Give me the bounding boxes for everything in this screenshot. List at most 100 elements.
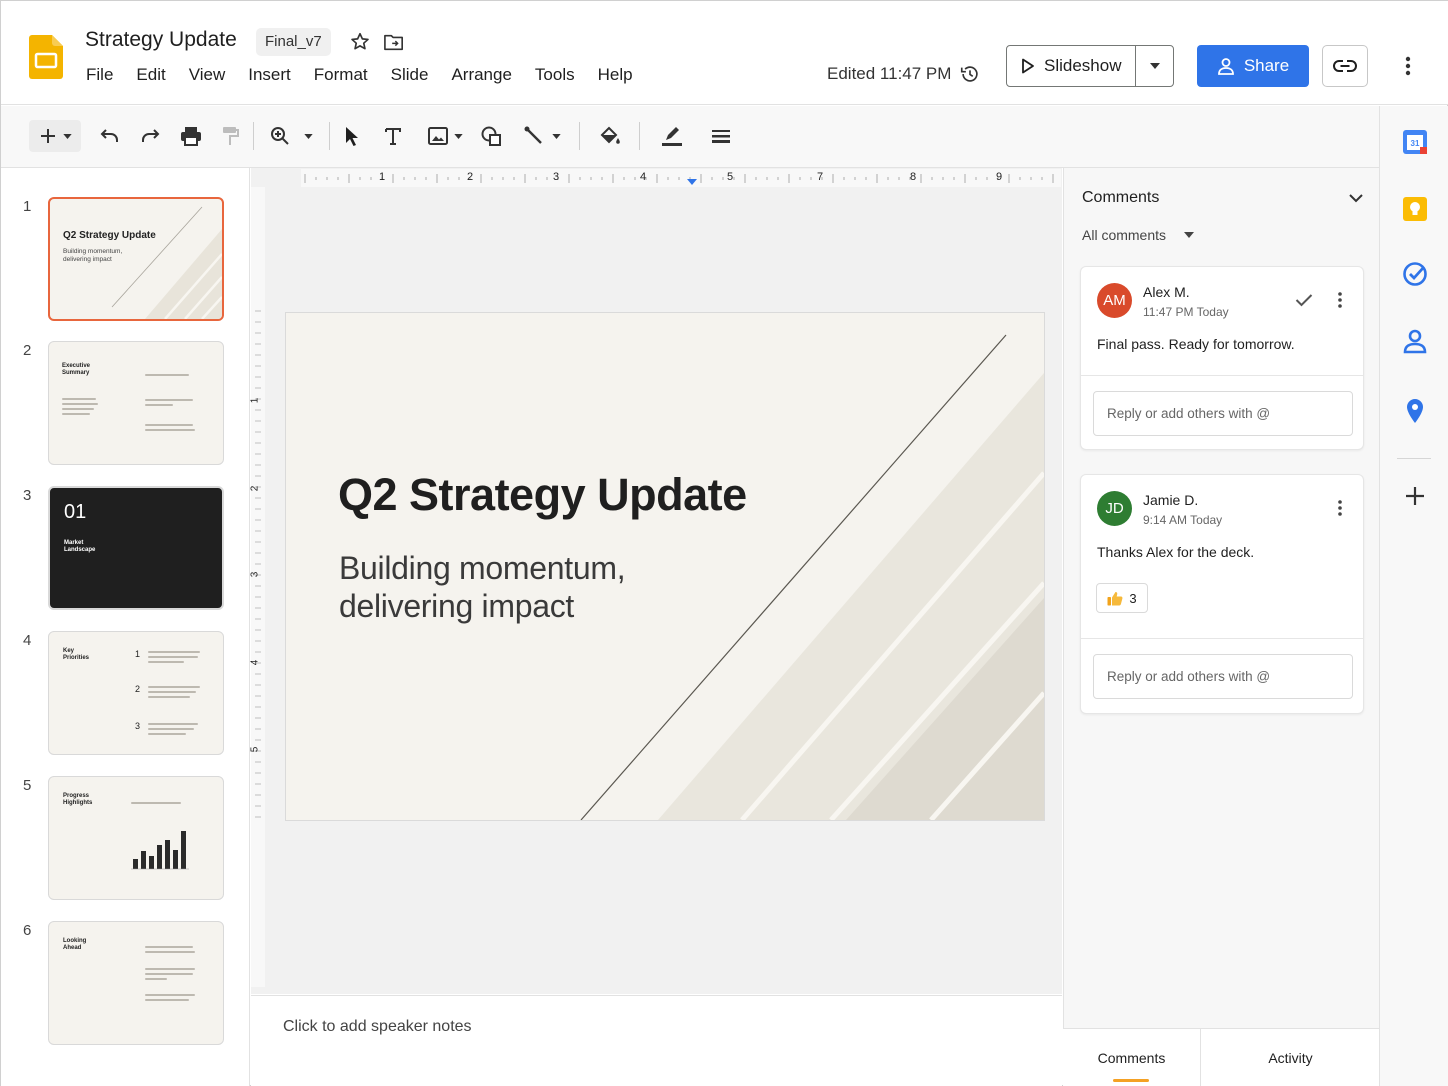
menu-edit[interactable]: Edit: [136, 65, 165, 85]
share-button[interactable]: Share: [1197, 45, 1309, 87]
slideshow-options-button[interactable]: [1136, 46, 1174, 86]
panel-tabs: Comments Activity: [1063, 1028, 1379, 1086]
ruler-label: 7: [817, 171, 824, 183]
more-vert-icon[interactable]: [1337, 291, 1343, 309]
slide-thumbnail-6[interactable]: Looking Ahead: [48, 921, 224, 1045]
menu-view[interactable]: View: [189, 65, 226, 85]
copy-link-button[interactable]: [1322, 45, 1368, 87]
print-button[interactable]: [177, 120, 205, 152]
thumb-title: Executive Summary: [62, 363, 91, 376]
slideshow-button[interactable]: Slideshow: [1007, 46, 1135, 86]
slide-thumbnail-1[interactable]: Q2 Strategy Update Building momentum, de…: [48, 197, 224, 321]
calendar-icon[interactable]: 31: [1402, 129, 1428, 155]
slide-number: 6: [23, 922, 32, 939]
version-history-icon[interactable]: [959, 63, 981, 85]
play-icon: [1022, 58, 1034, 74]
undo-icon: [100, 129, 118, 142]
image-tool[interactable]: [421, 120, 469, 152]
undo-button[interactable]: [97, 120, 123, 152]
comment-text: Thanks Alex for the deck.: [1097, 544, 1255, 560]
slideshow-button-group: Slideshow: [1006, 45, 1174, 87]
resolve-check-icon[interactable]: [1295, 293, 1313, 307]
menu-arrange[interactable]: Arrange: [451, 65, 511, 85]
thumb-section-number: 01: [64, 501, 87, 523]
slide-number: 5: [23, 777, 32, 794]
ruler-label: 5: [727, 171, 734, 183]
more-options-button[interactable]: [1397, 53, 1419, 79]
thumbs-up-reaction[interactable]: 3: [1096, 583, 1148, 613]
thumb-item-number: 3: [135, 721, 141, 731]
border-color-icon: [662, 127, 682, 146]
thumb-title: Looking Ahead: [63, 938, 87, 951]
shape-tool[interactable]: [479, 120, 505, 152]
ruler-label: 9: [996, 171, 1003, 183]
redo-button[interactable]: [137, 120, 163, 152]
slides-logo-icon[interactable]: [29, 35, 63, 79]
slide-thumbnail-3[interactable]: 01 Market Landscape: [48, 486, 224, 610]
rail-divider: [1397, 458, 1431, 459]
menu-bar: File Edit View Insert Format Slide Arran…: [86, 65, 656, 85]
move-to-folder-icon[interactable]: [383, 32, 405, 52]
chevron-down-icon[interactable]: [1346, 188, 1366, 208]
menu-format[interactable]: Format: [314, 65, 368, 85]
menu-slide[interactable]: Slide: [391, 65, 429, 85]
ruler-label: 8: [910, 171, 917, 183]
speaker-notes-placeholder[interactable]: Click to add speaker notes: [283, 1018, 472, 1036]
contacts-icon[interactable]: [1402, 328, 1428, 354]
ruler-label: 1: [249, 397, 261, 404]
menu-insert[interactable]: Insert: [248, 65, 291, 85]
tab-activity[interactable]: Activity: [1202, 1029, 1379, 1086]
current-slide[interactable]: Q2 Strategy Update Building momentum, de…: [285, 312, 1045, 821]
reply-input[interactable]: Reply or add others with @: [1093, 654, 1353, 699]
border-weight-button[interactable]: [707, 120, 735, 152]
new-slide-button[interactable]: [29, 120, 81, 152]
comment-card[interactable]: JD Jamie D. 9:14 AM Today Thanks Alex fo…: [1080, 474, 1364, 714]
menu-file[interactable]: File: [86, 65, 113, 85]
select-tool[interactable]: [339, 120, 365, 152]
ruler-label: 4: [249, 659, 261, 666]
slide-title[interactable]: Q2 Strategy Update: [338, 469, 747, 521]
paint-format-button[interactable]: [217, 120, 243, 152]
reply-input[interactable]: Reply or add others with @: [1093, 391, 1353, 436]
comments-filter-dropdown[interactable]: All comments: [1082, 227, 1195, 243]
comment-card[interactable]: AM Alex M. 11:47 PM Today Final pass. Re…: [1080, 266, 1364, 450]
menu-tools[interactable]: Tools: [535, 65, 575, 85]
fill-color-button[interactable]: [595, 120, 625, 152]
slide-thumbnail-4[interactable]: Key Priorities 1 2 3: [48, 631, 224, 755]
border-color-button[interactable]: [657, 120, 687, 152]
thumb-item-number: 2: [135, 684, 141, 694]
version-badge[interactable]: Final_v7: [256, 28, 331, 56]
thumb-title: Q2 Strategy Update: [63, 230, 156, 241]
paint-format-icon: [223, 127, 239, 145]
speaker-notes[interactable]: Click to add speaker notes: [251, 995, 1062, 1086]
slide-subtitle[interactable]: Building momentum, delivering impact: [339, 549, 669, 625]
line-tool[interactable]: [517, 120, 567, 152]
star-icon[interactable]: [349, 31, 371, 53]
zoom-button[interactable]: [263, 120, 319, 152]
add-icon[interactable]: [1402, 483, 1428, 509]
app-header: Strategy Update Final_v7 File Edit View …: [1, 1, 1448, 105]
more-vert-icon[interactable]: [1337, 499, 1343, 517]
line-icon: [524, 126, 542, 144]
menu-help[interactable]: Help: [598, 65, 633, 85]
tab-comments-label: Comments: [1097, 1050, 1166, 1066]
keep-icon[interactable]: [1402, 196, 1428, 222]
tab-comments[interactable]: Comments: [1063, 1029, 1201, 1086]
caret-down-icon: [551, 133, 561, 139]
maps-icon[interactable]: [1402, 398, 1428, 424]
comments-filter-label: All comments: [1082, 227, 1167, 243]
text-box-tool[interactable]: [379, 120, 407, 152]
avatar: AM: [1097, 283, 1132, 318]
ruler-label: 2: [249, 485, 261, 492]
reaction-count: 3: [1129, 590, 1137, 606]
tasks-icon[interactable]: [1402, 261, 1428, 287]
vertical-ruler: 1 2 3 4 5: [249, 187, 265, 987]
slide-number: 1: [23, 198, 32, 215]
comment-text: Final pass. Ready for tomorrow.: [1097, 336, 1295, 352]
last-edit-status[interactable]: Edited 11:47 PM: [827, 64, 951, 84]
slide-thumbnail-2[interactable]: Executive Summary: [48, 341, 224, 465]
comment-timestamp: 11:47 PM Today: [1143, 305, 1229, 319]
toolbar-divider: [579, 122, 580, 150]
slide-thumbnail-5[interactable]: Progress Highlights: [48, 776, 224, 900]
document-title[interactable]: Strategy Update: [85, 28, 237, 52]
